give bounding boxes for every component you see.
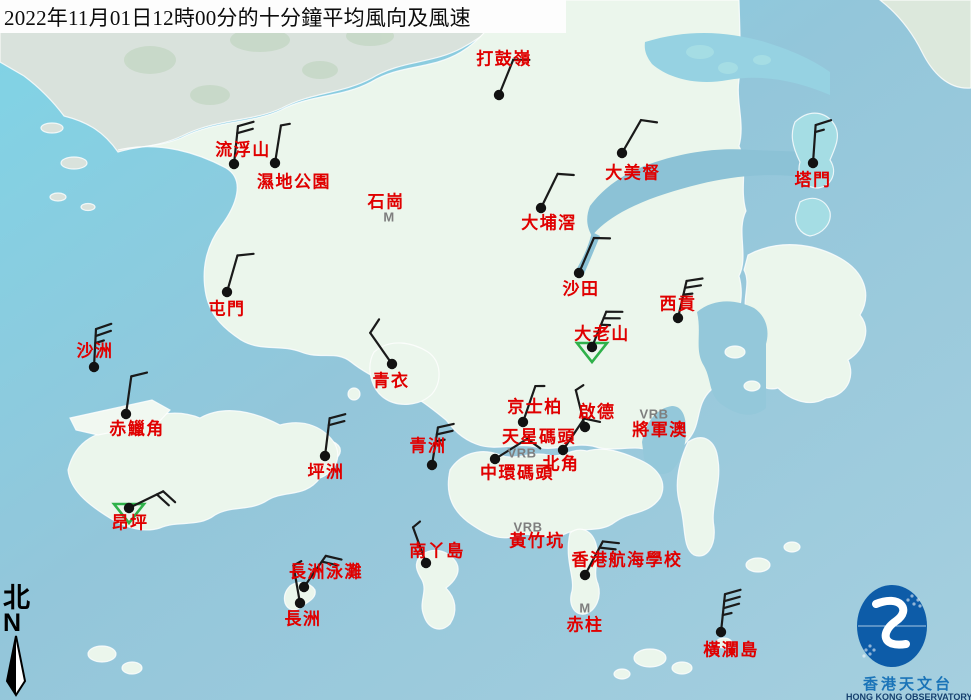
station-dot <box>124 503 134 513</box>
station-label: 啟德 <box>579 404 616 421</box>
station-dot <box>518 417 528 427</box>
wind-barb-icon <box>598 238 758 398</box>
station-label: 昂坪 <box>112 515 149 532</box>
station-label: 京士柏 <box>507 399 563 416</box>
station-label: 屯門 <box>209 301 246 318</box>
variable-wind-marker: VRB <box>640 408 669 421</box>
station-dot <box>222 287 232 297</box>
station-label: 大老山 <box>574 326 630 343</box>
hko-logo: 香港天文台 HONG KONG OBSERVATORY <box>846 582 970 700</box>
logo-title-zh: 香港天文台 <box>846 677 970 692</box>
wind-barb-icon <box>49 428 209 588</box>
wind-barb-icon <box>733 83 893 243</box>
station-label: 沙洲 <box>77 343 114 360</box>
title-bar: 2022年11月01日12時00分的十分鐘平均風向及風速 <box>0 0 566 33</box>
station-dot <box>716 627 726 637</box>
compass: 北 N <box>0 585 40 697</box>
wind-barb-icon <box>224 507 384 667</box>
station-dot <box>270 158 280 168</box>
wind-barb-icon <box>461 128 621 288</box>
station-dot <box>121 409 131 419</box>
station-label: 沙田 <box>563 281 600 298</box>
station-label: 塔門 <box>795 172 832 189</box>
station-label: 濕地公園 <box>257 174 331 191</box>
wind-barb-icon <box>419 15 579 175</box>
compass-north-zh: 北 <box>3 585 40 612</box>
station-dot <box>494 90 504 100</box>
station-dot <box>89 362 99 372</box>
compass-north-en: N <box>3 612 40 635</box>
wind-barb-icon <box>46 334 206 494</box>
station-label: 打鼓嶺 <box>476 51 532 68</box>
station-dot <box>427 460 437 470</box>
wind-barb-icon <box>312 284 472 444</box>
station-label: 天星碼頭 <box>502 429 576 446</box>
station-dot <box>320 451 330 461</box>
station-dot <box>295 598 305 608</box>
wind-barb-icon <box>195 83 355 243</box>
variable-wind-marker: VRB <box>508 447 537 460</box>
station-label: 長洲 <box>285 611 322 628</box>
station-dot <box>808 158 818 168</box>
station-dot <box>617 148 627 158</box>
wind-barb-icon <box>220 523 380 683</box>
station-label: 坪洲 <box>308 464 345 481</box>
wind-barb-icon <box>641 552 801 700</box>
stations-layer: 打鼓嶺流浮山濕地公園M石崗大美督塔門大埔滘沙田西貢大老山屯門沙洲赤鱲角青衣坪洲青… <box>0 0 971 700</box>
station-dot <box>299 582 309 592</box>
station-label: 流浮山 <box>215 142 271 159</box>
station-dot <box>536 203 546 213</box>
station-label: 香港航海學校 <box>572 552 683 569</box>
station-label: 大美督 <box>605 165 661 182</box>
wind-barb-icon <box>154 84 314 244</box>
station-label: 大埔滘 <box>521 215 577 232</box>
station-dot <box>229 159 239 169</box>
station-dot <box>673 313 683 323</box>
station-label: 青衣 <box>373 373 410 390</box>
station-label: 南丫島 <box>409 543 465 560</box>
wind-barb-icon <box>245 376 405 536</box>
station-label: 橫瀾島 <box>703 642 759 659</box>
station-label: 石崗 <box>368 194 405 211</box>
station-label: 青洲 <box>410 438 447 455</box>
wind-barb-icon <box>346 483 506 643</box>
weather-wind-map: 打鼓嶺流浮山濕地公園M石崗大美督塔門大埔滘沙田西貢大老山屯門沙洲赤鱲角青衣坪洲青… <box>0 0 971 700</box>
station-label: 北角 <box>543 456 580 473</box>
station-label: 黃竹坑 <box>509 533 565 550</box>
gust-triangle-icon <box>577 343 607 362</box>
station-dot <box>574 268 584 278</box>
logo-title-en: HONG KONG OBSERVATORY <box>846 692 970 700</box>
station-dot <box>387 359 397 369</box>
station-label: 赤鱲角 <box>109 421 165 438</box>
station-dot <box>580 422 590 432</box>
hko-emblem-icon <box>846 582 970 670</box>
station-dot <box>580 570 590 580</box>
wind-barb-icon <box>542 73 702 233</box>
compass-needle-icon <box>4 635 28 697</box>
station-label: 赤柱 <box>567 617 604 634</box>
station-label: 將軍澳 <box>632 422 688 439</box>
missing-data-marker: M <box>579 602 590 615</box>
wind-barb-icon <box>147 212 307 372</box>
map-title: 2022年11月01日12時00分的十分鐘平均風向及風速 <box>0 2 471 32</box>
station-label: 長洲泳灘 <box>289 564 363 581</box>
missing-data-marker: M <box>383 211 394 224</box>
station-label: 西貢 <box>660 296 697 313</box>
